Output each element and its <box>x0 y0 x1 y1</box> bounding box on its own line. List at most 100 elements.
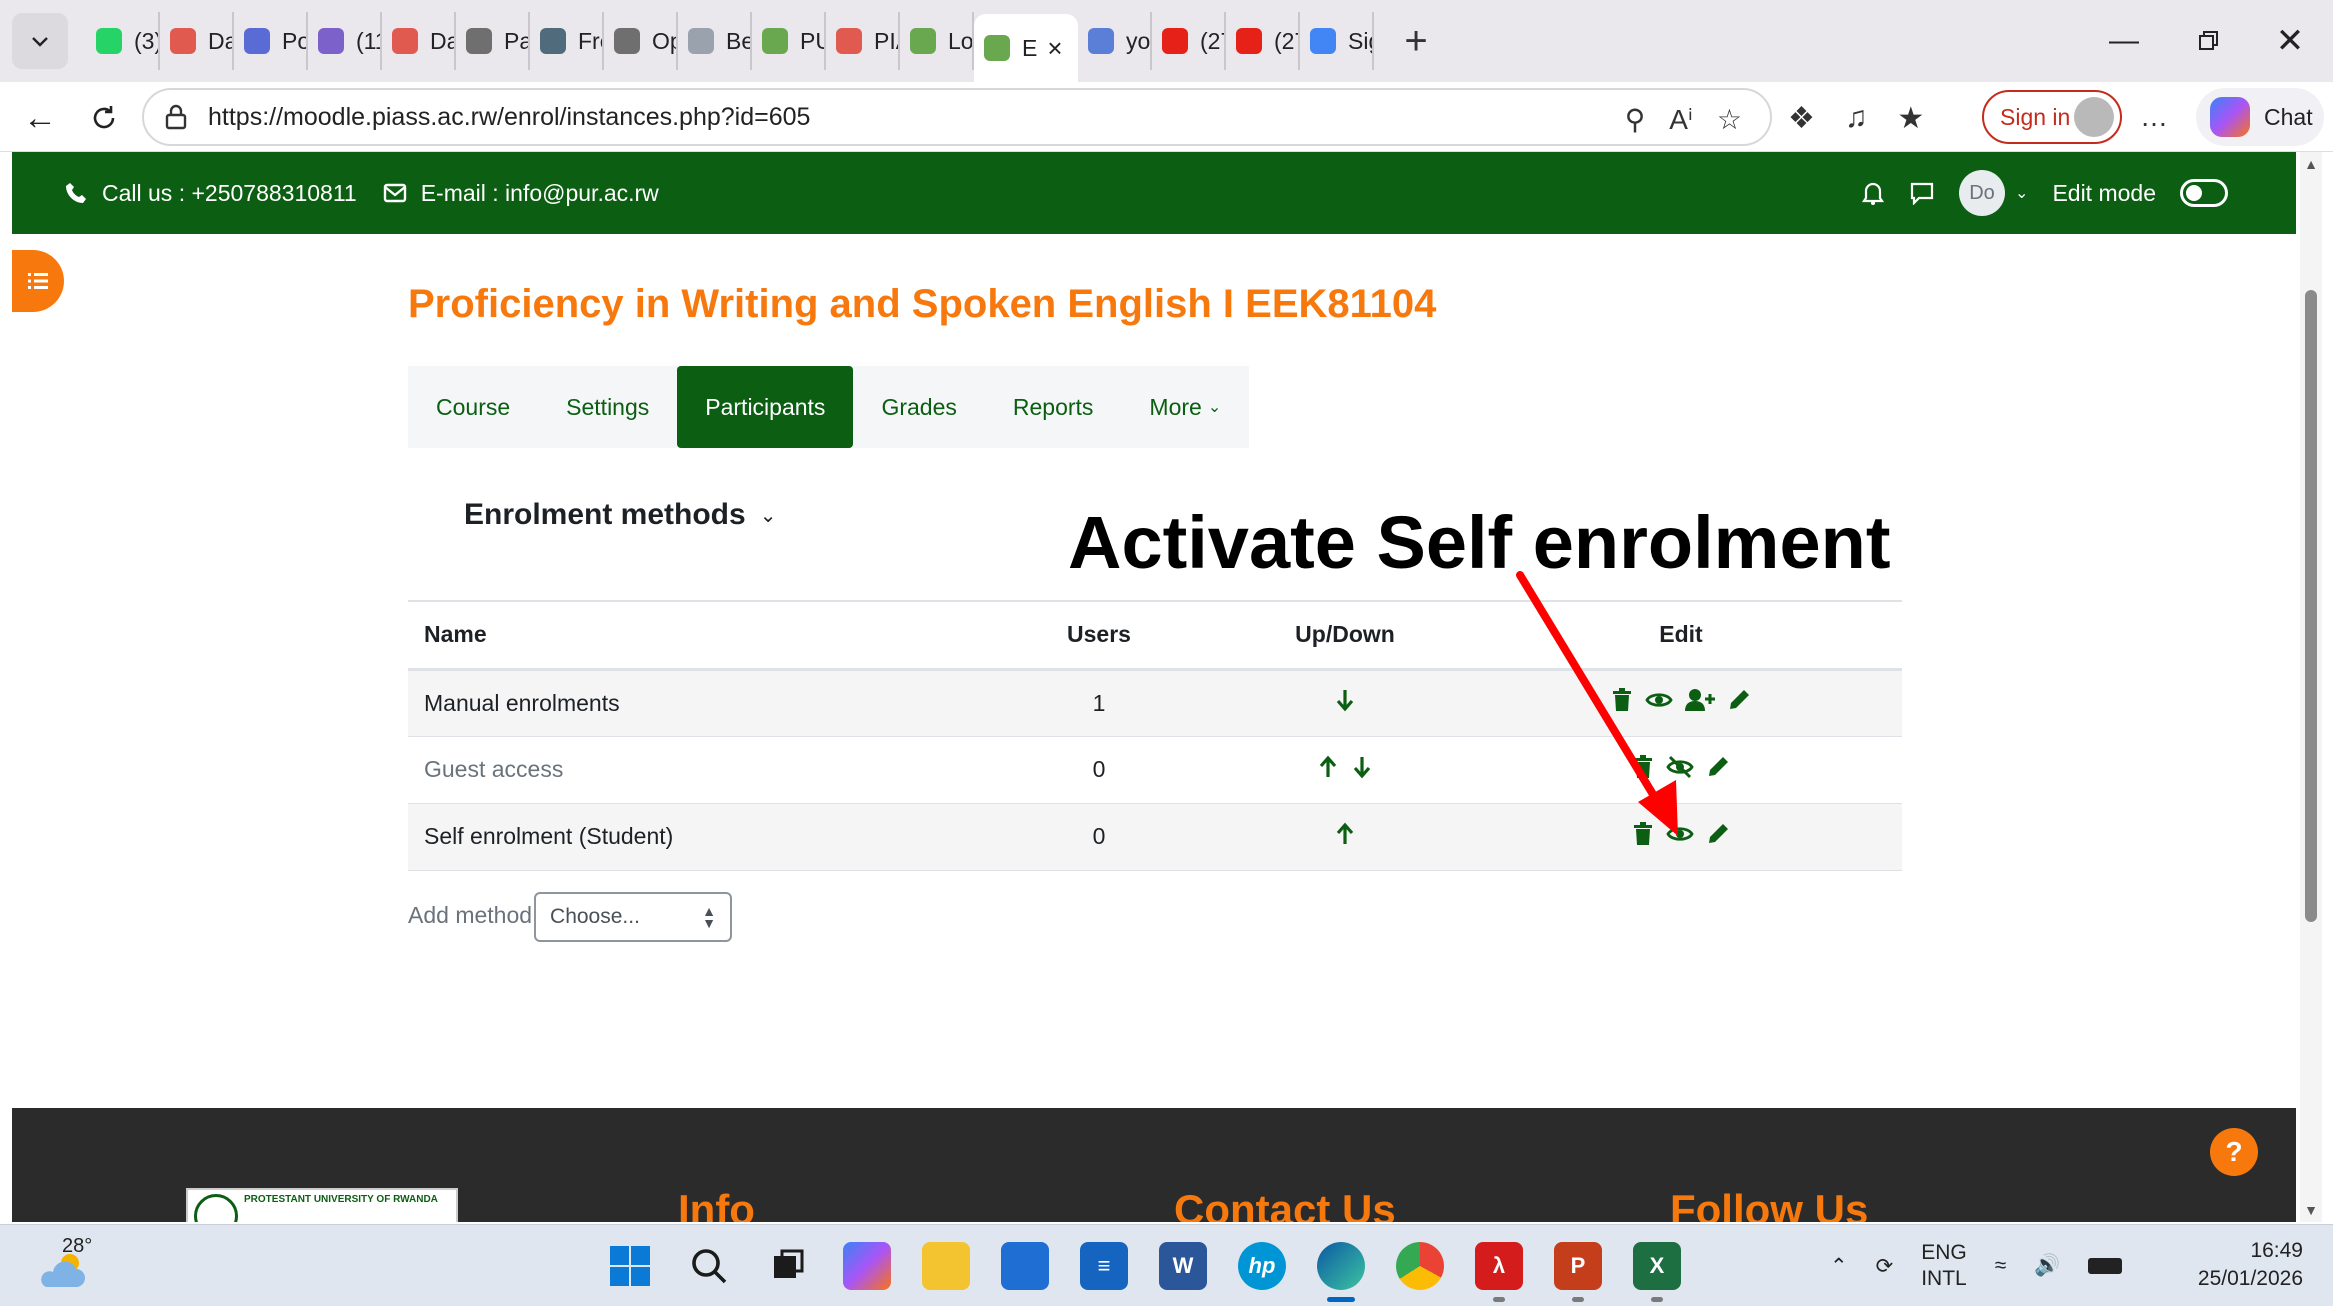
new-tab-button[interactable]: + <box>1388 13 1444 69</box>
zoom-icon[interactable]: ⚲ <box>1625 103 1646 136</box>
browser-tab[interactable]: (3) W <box>86 12 160 70</box>
disable-button[interactable] <box>1666 823 1694 851</box>
favorite-star-icon[interactable]: ☆ <box>1717 103 1742 136</box>
notification-bell-icon[interactable] <box>1861 180 1885 206</box>
trash-icon <box>1634 754 1652 778</box>
tab-favicon-icon <box>688 28 714 54</box>
course-title[interactable]: Proficiency in Writing and Spoken Englis… <box>408 282 1436 327</box>
delete-button[interactable] <box>1611 688 1633 718</box>
enrolment-methods-heading[interactable]: Enrolment methods ⌄ <box>464 498 776 532</box>
tab-course[interactable]: Course <box>408 366 538 448</box>
move-down-button[interactable] <box>1351 754 1373 786</box>
input-language[interactable]: ENG INTL <box>1921 1240 1967 1292</box>
user-menu-toggle[interactable]: Do ⌄ <box>1959 170 2028 216</box>
tab-grades[interactable]: Grades <box>853 366 984 448</box>
task-view-button[interactable] <box>764 1242 812 1290</box>
wifi-icon[interactable]: ≈ <box>1995 1254 2007 1278</box>
powerpoint-icon[interactable]: P <box>1554 1242 1602 1302</box>
tab-title: PIAS <box>874 27 898 54</box>
edge-browser-icon[interactable] <box>1317 1242 1365 1302</box>
chrome-icon[interactable] <box>1396 1242 1444 1290</box>
refresh-button[interactable] <box>78 92 130 144</box>
close-tab-icon[interactable]: × <box>1047 33 1062 64</box>
edit-mode-toggle[interactable] <box>2180 179 2228 207</box>
tab-title: (113 <box>356 27 380 54</box>
move-up-button[interactable] <box>1317 754 1339 786</box>
browser-menu-button[interactable]: … <box>2140 90 2168 144</box>
disable-button[interactable] <box>1645 689 1673 717</box>
tab-more[interactable]: More ⌄ <box>1121 366 1249 448</box>
move-down-button[interactable] <box>1334 687 1356 719</box>
clock[interactable]: 16:49 25/01/2026 <box>2198 1237 2303 1293</box>
volume-icon[interactable]: 🔊 <box>2034 1254 2060 1278</box>
browser-tab[interactable]: Dami <box>382 12 456 70</box>
copilot-chat-button[interactable]: Chat <box>2196 88 2324 146</box>
back-button[interactable]: ← <box>14 92 66 144</box>
edit-controls <box>1460 669 1902 737</box>
system-tray: ⌃ ⟳ ENG INTL ≈ 🔊 <box>1830 1225 2123 1306</box>
page-scrollbar[interactable]: ▲ ▼ <box>2300 152 2322 1222</box>
page-title: Enrolment methods <box>464 498 746 531</box>
sync-icon[interactable]: ⟳ <box>1876 1254 1894 1279</box>
microsoft-store-icon[interactable] <box>1001 1242 1049 1290</box>
extensions-icon[interactable]: ❖ <box>1788 101 1815 136</box>
address-bar[interactable]: https://moodle.piass.ac.rw/enrol/instanc… <box>142 88 1772 146</box>
sign-in-button[interactable]: Sign in <box>1982 90 2122 144</box>
close-window-button[interactable]: ✕ <box>2246 0 2333 82</box>
messages-icon[interactable] <box>1909 181 1935 205</box>
browser-tab-active[interactable]: E × <box>974 14 1078 82</box>
browser-tab[interactable]: PIAS <box>826 12 900 70</box>
help-button[interactable]: ? <box>2210 1128 2258 1176</box>
browser-tab[interactable]: Post <box>234 12 308 70</box>
battery-icon[interactable] <box>2088 1258 2123 1274</box>
delete-button[interactable] <box>1632 821 1654 852</box>
address-bar-tools: ⚲ Aⁱ ☆ <box>1625 90 1742 148</box>
excel-icon[interactable]: X <box>1633 1242 1681 1302</box>
browser-tab[interactable]: Para <box>456 12 530 70</box>
tab-participants[interactable]: Participants <box>677 366 854 448</box>
tab-settings[interactable]: Settings <box>538 366 677 448</box>
browser-tab[interactable]: Dami <box>160 12 234 70</box>
tab-list-button[interactable] <box>12 13 68 69</box>
edit-button[interactable] <box>1706 822 1730 852</box>
scroll-down-icon[interactable]: ▼ <box>2300 1202 2322 1218</box>
browser-tab[interactable]: Oper <box>604 12 678 70</box>
browser-essentials-icon[interactable]: ♫ <box>1845 101 1868 135</box>
copilot-app-icon[interactable] <box>843 1242 891 1290</box>
lock-icon <box>165 104 187 130</box>
hp-app-icon[interactable]: hp <box>1238 1242 1286 1290</box>
edit-button[interactable] <box>1706 755 1730 785</box>
word-icon[interactable]: W <box>1159 1242 1207 1290</box>
minimize-button[interactable]: — <box>2080 0 2168 82</box>
weather-widget[interactable]: 28° <box>36 1235 96 1295</box>
browser-tab[interactable]: (113 <box>308 12 382 70</box>
browser-tab[interactable]: Sign <box>1300 12 1374 70</box>
scrollbar-thumb[interactable] <box>2305 290 2317 922</box>
audio-app-icon[interactable]: ≡ <box>1080 1242 1128 1290</box>
browser-tab[interactable]: Best <box>678 12 752 70</box>
move-up-button[interactable] <box>1334 821 1356 853</box>
enable-button[interactable] <box>1666 755 1694 785</box>
browser-tab[interactable]: youtu <box>1078 12 1152 70</box>
favorites-icon[interactable]: ★ <box>1897 101 1924 136</box>
delete-button[interactable] <box>1632 754 1654 785</box>
scroll-up-icon[interactable]: ▲ <box>2300 156 2322 172</box>
course-index-drawer-button[interactable] <box>12 250 64 312</box>
browser-tab[interactable]: Freec <box>530 12 604 70</box>
browser-tab[interactable]: PUR <box>752 12 826 70</box>
chevron-up-icon[interactable]: ⌃ <box>1830 1254 1848 1279</box>
tab-reports[interactable]: Reports <box>985 366 1122 448</box>
acrobat-icon[interactable]: λ <box>1475 1242 1523 1302</box>
browser-tab[interactable]: Log i <box>900 12 974 70</box>
file-explorer-icon[interactable] <box>922 1242 970 1290</box>
add-method-select[interactable]: Choose... ▲ ▼ <box>534 892 733 942</box>
enrol-users-button[interactable] <box>1685 688 1715 718</box>
browser-tab[interactable]: (27) <box>1226 12 1300 70</box>
read-aloud-icon[interactable]: Aⁱ <box>1669 103 1693 136</box>
restore-button[interactable] <box>2165 0 2253 82</box>
browser-tab[interactable]: (27) <box>1152 12 1226 70</box>
start-button[interactable] <box>606 1242 654 1290</box>
windows-taskbar: 28° ≡ W hp λ P X ⌃ ⟳ ENG INTL ≈ 🔊 16:49 … <box>0 1224 2333 1306</box>
search-button[interactable] <box>685 1242 733 1290</box>
edit-button[interactable] <box>1727 688 1751 718</box>
